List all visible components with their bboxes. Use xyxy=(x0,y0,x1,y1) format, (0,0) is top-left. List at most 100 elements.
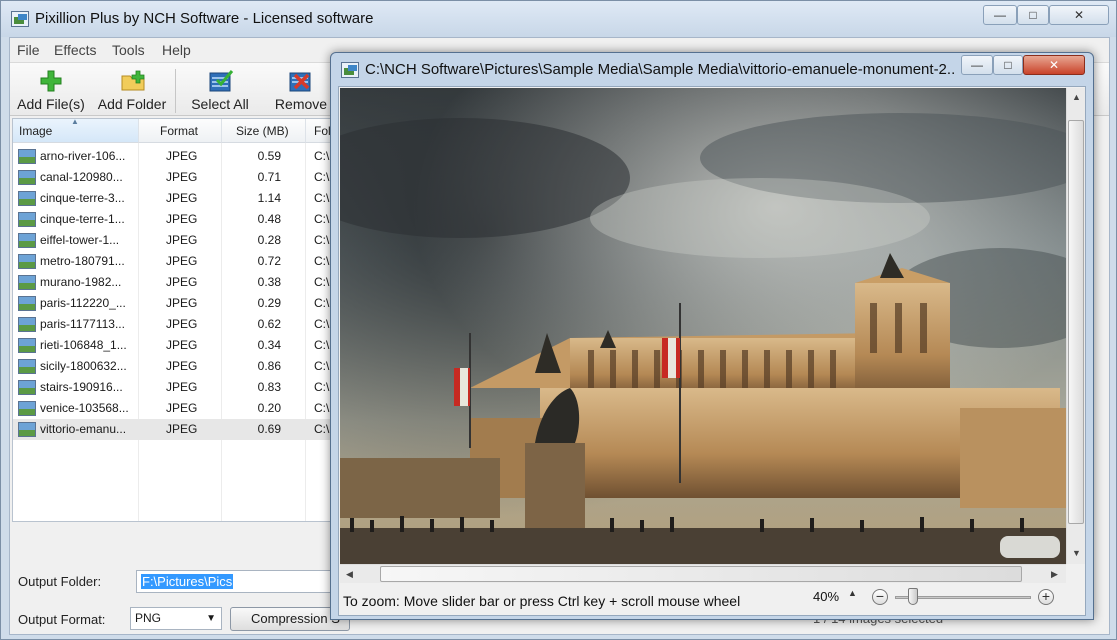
table-row[interactable]: metro-180791... JPEG 0.72 C:\ xyxy=(13,251,341,272)
vertical-scrollbar[interactable]: ▲ ▼ xyxy=(1066,88,1085,564)
table-row[interactable]: vittorio-emanu... JPEG 0.69 C:\ xyxy=(13,419,341,440)
row-format: JPEG xyxy=(166,338,198,352)
app-icon xyxy=(11,11,29,27)
vertical-scroll-thumb[interactable] xyxy=(1068,120,1084,524)
window-title: Pixillion Plus by NCH Software - License… xyxy=(35,10,374,27)
remove-button[interactable]: Remove xyxy=(264,67,338,115)
row-file-name: canal-120980... xyxy=(40,170,123,184)
image-file-icon xyxy=(18,275,36,290)
select-all-icon xyxy=(209,70,234,92)
row-format: JPEG xyxy=(166,170,198,184)
row-file-name: paris-112220_... xyxy=(40,296,126,310)
output-format-select[interactable]: PNG ▼ xyxy=(130,607,222,630)
table-row[interactable]: eiffel-tower-1... JPEG 0.28 C:\ xyxy=(13,230,341,251)
menu-effects[interactable]: Effects xyxy=(54,42,97,58)
row-size: 1.14 xyxy=(257,191,281,205)
table-row[interactable]: cinque-terre-1... JPEG 0.48 C:\ xyxy=(13,209,341,230)
row-folder: C:\ xyxy=(314,149,330,163)
image-file-icon xyxy=(18,191,36,206)
preview-maximize-button[interactable]: □ xyxy=(993,55,1023,75)
preview-image[interactable] xyxy=(340,88,1066,564)
column-header-format[interactable]: Format xyxy=(139,119,222,143)
image-file-icon xyxy=(18,338,36,353)
table-row[interactable]: venice-103568... JPEG 0.20 C:\ xyxy=(13,398,341,419)
column-header-size[interactable]: Size (MB) xyxy=(222,119,306,143)
row-folder: C:\ xyxy=(314,338,330,352)
row-file-name: cinque-terre-1... xyxy=(40,212,125,226)
main-titlebar[interactable]: Pixillion Plus by NCH Software - License… xyxy=(1,1,1116,37)
remove-icon xyxy=(289,72,311,92)
horizontal-scrollbar[interactable]: ◀ ▶ xyxy=(340,564,1066,583)
preview-minimize-button[interactable]: — xyxy=(961,55,993,75)
add-folder-label: Add Folder xyxy=(97,96,167,112)
preview-close-button[interactable]: ✕ xyxy=(1023,55,1085,75)
image-file-icon xyxy=(18,254,36,269)
row-size: 0.28 xyxy=(257,233,281,247)
row-file-name: eiffel-tower-1... xyxy=(40,233,120,247)
sort-ascending-icon: ▲ xyxy=(71,118,79,126)
row-format: JPEG xyxy=(166,380,198,394)
row-size: 0.48 xyxy=(257,212,281,226)
preview-window-icon xyxy=(341,62,359,78)
image-file-icon xyxy=(18,233,36,248)
image-preview-window: C:\NCH Software\Pictures\Sample Media\Sa… xyxy=(330,52,1094,620)
zoom-hint-text: To zoom: Move slider bar or press Ctrl k… xyxy=(343,593,741,609)
output-folder-input[interactable]: F:\Pictures\Pics xyxy=(136,570,356,593)
row-folder: C:\ xyxy=(314,233,330,247)
row-file-name: cinque-terre-3... xyxy=(40,191,125,205)
select-all-label: Select All xyxy=(191,96,249,112)
scroll-up-icon[interactable]: ▲ xyxy=(1067,88,1086,107)
menu-file[interactable]: File xyxy=(17,42,40,58)
row-format: JPEG xyxy=(166,212,198,226)
table-row[interactable]: paris-1177113... JPEG 0.62 C:\ xyxy=(13,314,341,335)
table-row[interactable]: paris-112220_... JPEG 0.29 C:\ xyxy=(13,293,341,314)
menu-help[interactable]: Help xyxy=(162,42,191,58)
row-format: JPEG xyxy=(166,296,198,310)
preview-titlebar[interactable]: C:\NCH Software\Pictures\Sample Media\Sa… xyxy=(331,53,1093,86)
output-folder-value: F:\Pictures\Pics xyxy=(141,574,234,589)
scroll-left-icon[interactable]: ◀ xyxy=(340,565,359,584)
add-files-button[interactable]: Add File(s) xyxy=(12,67,90,115)
row-size: 0.62 xyxy=(257,317,281,331)
row-size: 0.69 xyxy=(257,422,281,436)
toolbar-separator xyxy=(175,69,176,113)
row-file-name: stairs-190916... xyxy=(40,380,123,394)
row-size: 0.72 xyxy=(257,254,281,268)
image-file-icon xyxy=(18,170,36,185)
remove-label: Remove xyxy=(274,96,328,112)
zoom-out-icon[interactable]: − xyxy=(872,589,888,605)
table-row[interactable]: cinque-terre-3... JPEG 1.14 C:\ xyxy=(13,188,341,209)
minimize-button[interactable]: — xyxy=(983,5,1017,25)
row-folder: C:\ xyxy=(314,317,330,331)
row-size: 0.29 xyxy=(257,296,281,310)
table-row[interactable]: sicily-1800632... JPEG 0.86 C:\ xyxy=(13,356,341,377)
column-header-image[interactable]: ▲ Image xyxy=(13,119,139,143)
zoom-step-up-icon[interactable]: ▲ xyxy=(848,588,857,598)
menu-tools[interactable]: Tools xyxy=(112,42,145,58)
maximize-button[interactable]: □ xyxy=(1017,5,1049,25)
row-folder: C:\ xyxy=(314,380,330,394)
preview-client-area: ▲ ▼ ◀ ▶ To zoom: Move slider bar or pres… xyxy=(338,86,1086,616)
close-button[interactable]: ✕ xyxy=(1049,5,1109,25)
zoom-in-icon[interactable]: + xyxy=(1038,589,1054,605)
add-files-label: Add File(s) xyxy=(17,96,85,112)
scroll-down-icon[interactable]: ▼ xyxy=(1067,544,1086,563)
add-folder-button[interactable]: Add Folder xyxy=(92,67,172,115)
table-row[interactable]: stairs-190916... JPEG 0.83 C:\ xyxy=(13,377,341,398)
image-file-icon xyxy=(18,359,36,374)
horizontal-scroll-thumb[interactable] xyxy=(380,566,1022,582)
row-folder: C:\ xyxy=(314,422,330,436)
row-folder: C:\ xyxy=(314,254,330,268)
table-row[interactable]: arno-river-106... JPEG 0.59 C:\ xyxy=(13,146,341,167)
table-row[interactable]: murano-1982... JPEG 0.38 C:\ xyxy=(13,272,341,293)
row-file-name: metro-180791... xyxy=(40,254,125,268)
table-row[interactable]: rieti-106848_1... JPEG 0.34 C:\ xyxy=(13,335,341,356)
row-file-name: vittorio-emanu... xyxy=(40,422,127,436)
scroll-right-icon[interactable]: ▶ xyxy=(1045,565,1064,584)
row-size: 0.83 xyxy=(257,380,281,394)
select-all-button[interactable]: Select All xyxy=(182,67,258,115)
image-list[interactable]: ▲ Image Format Size (MB) Folder arno-riv… xyxy=(12,118,342,522)
zoom-slider-thumb[interactable] xyxy=(907,588,918,605)
add-file-icon xyxy=(40,70,62,92)
table-row[interactable]: canal-120980... JPEG 0.71 C:\ xyxy=(13,167,341,188)
